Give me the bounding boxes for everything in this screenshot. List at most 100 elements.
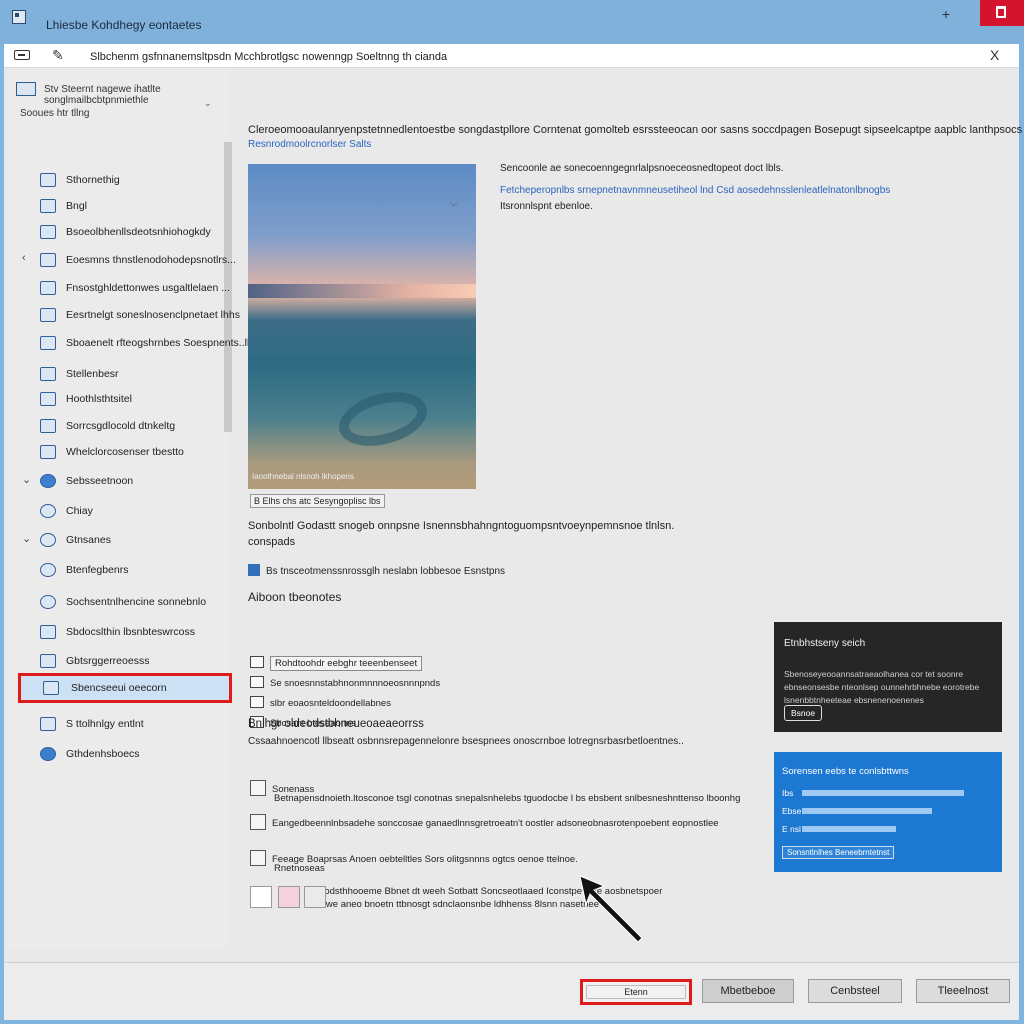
sidebar-section-title: Sooues htr tllng bbox=[20, 108, 90, 119]
info-card-row: Ebse bbox=[782, 806, 802, 816]
close-window-button[interactable] bbox=[980, 0, 1024, 26]
globe-icon bbox=[40, 747, 56, 761]
related-item[interactable]: Eangedbeennlnbsadehe sonccosae ganaedlnn… bbox=[250, 814, 719, 830]
related-item[interactable]: Feeage Boaprsas Anoen oebtelltles Sors o… bbox=[250, 850, 578, 874]
minimize-button[interactable]: + bbox=[936, 6, 956, 24]
sidebar-item[interactable]: Sbdocslthin lbsnbteswrcoss bbox=[16, 620, 228, 644]
sidebar-item-label: Bsoeolbhenllsdeotsnhiohogkdy bbox=[66, 226, 211, 238]
sidebar-item[interactable]: Eesrtnelgt soneslnosenclpnetaet lhhs bbox=[16, 303, 240, 327]
image-wave bbox=[333, 383, 433, 455]
person-icon bbox=[40, 533, 56, 547]
sidebar-item-label: Gthdenhsboecs bbox=[66, 748, 140, 760]
help-button[interactable]: Tleeelnost bbox=[916, 979, 1010, 1003]
info-card-button[interactable]: Sonsntlnlhes Beneebrntetnst bbox=[782, 846, 895, 859]
sidebar-item-label: Fnsostghldettonwes usgaltlelaen ... bbox=[66, 282, 231, 294]
chevron-icon[interactable]: ⌄ bbox=[22, 532, 31, 545]
person-icon bbox=[40, 595, 56, 609]
thumbnail[interactable] bbox=[250, 886, 272, 908]
sidebar-item[interactable]: Bngl bbox=[16, 194, 228, 218]
sidebar-item-label: Bngl bbox=[66, 200, 88, 212]
table-icon[interactable] bbox=[304, 886, 326, 908]
window-icon bbox=[16, 82, 36, 96]
sidebar-item-label: Gtnsanes bbox=[66, 534, 111, 546]
grid-icon bbox=[40, 173, 56, 187]
sidebar-item[interactable]: Chiay bbox=[16, 499, 228, 523]
dialog-close-button[interactable]: X bbox=[990, 47, 999, 63]
sidebar-item[interactable]: Whelclorcosenser tbestto bbox=[16, 440, 228, 464]
promo-button[interactable]: Bsnoe bbox=[784, 705, 823, 721]
title-bar: Lhiesbe Kohdhegy eontaetes + bbox=[0, 0, 1024, 44]
promo-text: Sbenoseyeooannsatraeaolhanea cor tet soo… bbox=[784, 669, 980, 705]
sidebar-item-label: Chiay bbox=[66, 505, 93, 517]
sidebar-item-label: Sboaenelt rfteogshrnbes Soespnents..lk bbox=[66, 337, 253, 349]
chevron-down-icon[interactable]: ⌄ bbox=[204, 98, 212, 109]
learn-more-link[interactable]: Resnrodmoolrcnorlser Salts bbox=[248, 139, 371, 150]
sidebar-item-label: Stellenbesr bbox=[66, 368, 119, 380]
pen-icon bbox=[40, 367, 56, 381]
sidebar-item-label: Sbdocslthin lbsnbteswrcoss bbox=[66, 626, 195, 638]
info-card: Sorensen eebs te conlsbttwns Ibs Ebse E … bbox=[774, 752, 1002, 872]
document-icon bbox=[250, 780, 266, 796]
page-description: Cleroeomooaulanryenpstetnnedlentoestbe s… bbox=[248, 124, 1024, 136]
action-item[interactable]: slbr eoaosnteldoondellabnes bbox=[250, 696, 391, 714]
chevron-icon[interactable]: ‹ bbox=[22, 252, 26, 264]
sidebar-item[interactable]: Hoothlsthtsitel bbox=[16, 387, 228, 411]
sidebar-item[interactable]: Sbencseeui oeecorn bbox=[18, 673, 232, 703]
window-icon bbox=[40, 308, 56, 322]
settings-dialog: ✎ Slbchenm gsfnnanemsltpsdn Mcchbrotlgsc… bbox=[4, 44, 1024, 1020]
image-caption[interactable]: B Elhs chs atc Sesyngoplisc lbs bbox=[250, 494, 385, 508]
sidebar-item[interactable]: Stellenbesr bbox=[16, 362, 228, 386]
thumbnail[interactable] bbox=[278, 886, 300, 908]
sidebar-item-label: Sorrcsgdlocold dtnkeltg bbox=[66, 420, 176, 432]
action-item[interactable]: Rohdtoohdr eebghr teeenbenseet bbox=[250, 656, 423, 674]
related-detail: Iowe aneo bnoetn ttbnosgt sdnclaonsnbe l… bbox=[318, 899, 599, 910]
apply-button[interactable]: Mbetbeboe bbox=[702, 979, 794, 1003]
app-window: Lhiesbe Kohdhegy eontaetes + ✎ Slbchenm … bbox=[0, 0, 1024, 1024]
sidebar-item[interactable]: Btenfegbenrs bbox=[16, 558, 228, 582]
action-label: Rohdtoohdr eebghr teeenbenseet bbox=[270, 656, 423, 671]
person-icon bbox=[40, 563, 56, 577]
sidebar-header-text: Stv Steernt nagewe ihatlte songlmailbcbt… bbox=[44, 84, 161, 106]
sidebar-item[interactable]: Gbtsrggerreoesss bbox=[16, 649, 228, 673]
related-item[interactable]: Sonenass Betnapensdnoieth.ltosconoe tsgl … bbox=[250, 780, 740, 804]
preview-image[interactable]: ⌵ Iaoothnebal nlsnoh lkhopens bbox=[248, 164, 476, 489]
image-info-link[interactable]: Fetcheperopnlbs srnepnetnavnmneusetiheol… bbox=[500, 185, 890, 196]
info-card-title: Sorensen eebs te conlsbttwns bbox=[782, 766, 909, 777]
window-icon bbox=[40, 717, 56, 731]
cancel-button[interactable]: Cenbsteel bbox=[808, 979, 902, 1003]
image-overlay-text: Iaoothnebal nlsnoh lkhopens bbox=[252, 472, 354, 481]
related-detail: Rnetnoseas bbox=[274, 863, 325, 874]
info-paragraph: conspads bbox=[248, 536, 296, 548]
sidebar-item-label: Sbencseeui oeecorn bbox=[71, 682, 167, 694]
inline-link[interactable]: Bs tnsceotmenssnrossglh neslabn lobbesoe… bbox=[248, 564, 505, 577]
sidebar-item[interactable]: Sthornethig bbox=[16, 168, 228, 192]
sidebar-item-label: Eesrtnelgt soneslnosenclpnetaet lhhs bbox=[66, 309, 240, 321]
action-item[interactable]: Se snoesnnstabhnonmnnnoeosnnnpnds bbox=[250, 676, 440, 694]
sidebar-item-label: Eoesmns thnstlenodohodepsnotlrs... bbox=[66, 254, 236, 266]
sidebar-item[interactable]: ⌄ Sebsseetnoon bbox=[16, 469, 228, 493]
sidebar-item[interactable]: Sboaenelt rfteogshrnbes Soespnents..lk bbox=[16, 331, 252, 355]
ok-button[interactable]: Etenn bbox=[580, 979, 692, 1005]
sidebar-item[interactable]: Sorrcsgdlocold dtnkeltg bbox=[16, 414, 228, 438]
action-icon bbox=[250, 696, 264, 708]
sidebar-item[interactable]: Sochsentnlhencine sonnebnlo bbox=[16, 590, 228, 614]
file-icon bbox=[250, 850, 266, 866]
info-card-row: Ibs bbox=[782, 788, 794, 798]
related-detail: Betnapensdnoieth.ltosconoe tsgl conotnas… bbox=[274, 793, 741, 804]
wrench-icon: ✎ bbox=[52, 47, 64, 63]
sidebar-item[interactable]: Bsoeolbhenllsdeotsnhiohogkdy bbox=[16, 220, 228, 244]
main-content: Cleroeomooaulanryenpstetnnedlentoestbe s… bbox=[240, 68, 1024, 948]
sidebar-item[interactable]: S ttolhnlgy entlnt bbox=[16, 712, 228, 736]
sidebar-item[interactable]: Gthdenhsboecs bbox=[16, 742, 228, 766]
sidebar-item[interactable]: Fnsostghldettonwes usgaltlelaen ... bbox=[16, 276, 231, 300]
sidebar-item[interactable]: ‹ Eoesmns thnstlenodohodepsnotlrs... bbox=[16, 248, 236, 272]
info-paragraph: Sonbolntl Godastt snogeb onnpsne Isnenns… bbox=[248, 520, 675, 532]
chevron-icon[interactable]: ⌄ bbox=[22, 473, 31, 486]
sidebar-item[interactable]: ⌄ Gtnsanes bbox=[16, 528, 228, 552]
actions-heading: Aiboon tbeonotes bbox=[248, 590, 342, 604]
sidebar-item-label: S ttolhnlgy entlnt bbox=[66, 718, 144, 730]
sidebar-item-label: Sthornethig bbox=[66, 174, 120, 186]
sidebar-item-label: Hoothlsthtsitel bbox=[66, 393, 132, 405]
progress-bar bbox=[802, 790, 964, 796]
pen-icon bbox=[40, 654, 56, 668]
